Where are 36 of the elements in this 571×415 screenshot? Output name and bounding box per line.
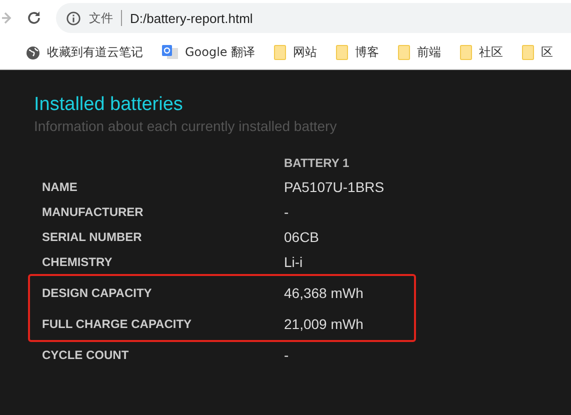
info-icon[interactable] — [66, 10, 81, 26]
field-label: FULL CHARGE CAPACITY — [42, 316, 193, 330]
folder-icon — [336, 45, 348, 60]
file-label: 文件 — [89, 10, 113, 26]
bookmark[interactable]: 收藏到有道云笔记 — [26, 44, 143, 61]
field-value: - — [284, 204, 289, 220]
folder-icon — [398, 45, 410, 60]
field-label: DESIGN CAPACITY — [42, 286, 153, 300]
folder-icon — [274, 45, 286, 60]
reload-icon[interactable] — [26, 10, 42, 26]
translate-icon — [162, 45, 178, 60]
bookmark[interactable]: Google 翻译 — [162, 44, 256, 61]
field-label: NAME — [42, 180, 78, 194]
section-subtitle: Information about each currently installed battery — [34, 118, 338, 134]
folder-icon — [522, 45, 534, 60]
field-label: CHEMISTRY — [42, 254, 114, 268]
bookmark[interactable]: 网站 — [274, 44, 318, 61]
field-value: 21,009 mWh — [284, 316, 364, 332]
bookmark[interactable]: 社区 — [460, 44, 504, 61]
column-header: BATTERY 1 — [284, 156, 350, 170]
address-bar[interactable]: 文件 D:/battery-report.html — [56, 3, 571, 33]
section-title: Installed batteries — [34, 94, 184, 116]
field-label: SERIAL NUMBER — [42, 230, 143, 244]
field-value: 46,368 mWh — [284, 284, 364, 300]
field-value: 06CB — [284, 228, 320, 244]
field-value: PA5107U-1BRS — [284, 178, 384, 194]
field-value: - — [284, 346, 289, 362]
field-label: CYCLE COUNT — [42, 348, 130, 362]
bookmark[interactable]: 博客 — [336, 44, 380, 61]
bookmark[interactable]: 区 — [522, 44, 554, 61]
bookmark[interactable]: 前端 — [398, 44, 442, 61]
folder-icon — [460, 45, 472, 60]
field-value: Li-i — [284, 254, 303, 270]
globe-icon — [26, 46, 40, 60]
url-text: D:/battery-report.html — [130, 10, 253, 26]
field-label: MANUFACTURER — [42, 204, 144, 218]
